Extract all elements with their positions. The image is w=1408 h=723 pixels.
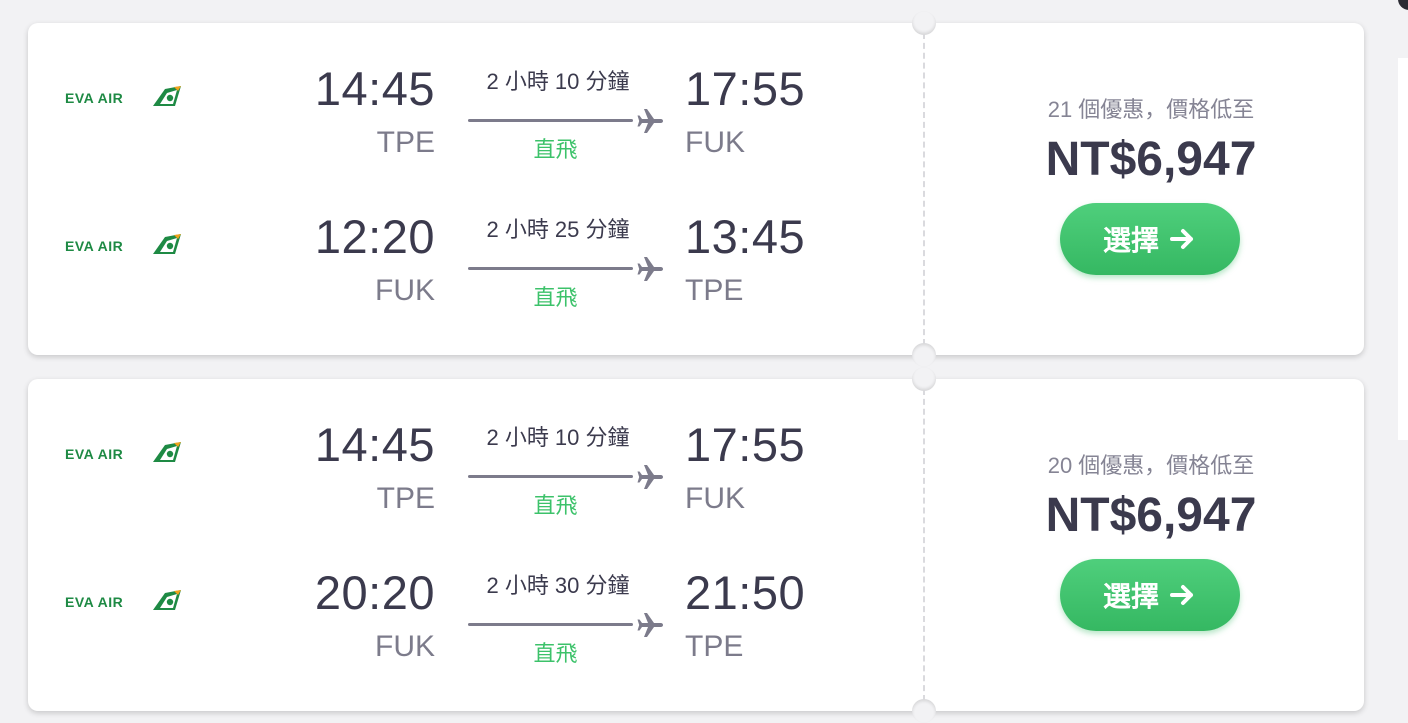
flight-duration: 2 小時 25 分鐘	[486, 217, 630, 242]
eva-air-logo-icon: EVA AIR	[65, 233, 185, 255]
price-panel: 21 個優惠，價格低至 NT$6,947 選擇	[938, 23, 1364, 355]
plane-icon	[637, 109, 663, 133]
departure-time: 12:20	[314, 210, 435, 263]
lowest-price: NT$6,947	[1045, 133, 1257, 186]
arrival-airport: TPE	[685, 274, 744, 307]
outbound-leg: EVA AIR 14:45 TPE 2 小時 10 分鐘 直飛 17:55 FU…	[28, 23, 908, 171]
departure-airport: FUK	[375, 274, 435, 307]
plane-icon	[637, 465, 663, 489]
departure-time: 14:45	[314, 62, 435, 115]
route-line	[468, 267, 633, 270]
eva-air-logo-icon: EVA AIR	[65, 85, 185, 107]
departure-airport: FUK	[375, 630, 435, 663]
arrival-airport: FUK	[685, 126, 745, 159]
departure-time: 14:45	[314, 418, 435, 471]
flight-duration: 2 小時 10 分鐘	[486, 425, 630, 450]
arrow-right-icon	[1170, 229, 1193, 249]
route-line	[468, 119, 633, 122]
arrival-airport: FUK	[685, 482, 745, 515]
flight-result-card: EVA AIR 14:45 TPE 2 小時 10 分鐘 直飛 17:55 FU…	[28, 367, 1364, 723]
arrival-time: 17:55	[685, 62, 806, 115]
route-line	[468, 623, 633, 626]
plane-icon	[637, 613, 663, 637]
stops-label: 直飛	[533, 493, 578, 518]
deals-count: 20 個優惠，價格低至	[1047, 453, 1255, 478]
arrow-right-icon	[1170, 585, 1193, 605]
departure-airport: TPE	[376, 482, 435, 515]
stops-label: 直飛	[533, 137, 578, 162]
price-panel: 20 個優惠，價格低至 NT$6,947 選擇	[938, 379, 1364, 711]
arrival-time: 17:55	[685, 418, 806, 471]
arrival-time: 13:45	[685, 210, 806, 263]
select-button-label: 選擇	[1102, 225, 1159, 256]
select-button[interactable]: 選擇	[1060, 203, 1240, 275]
departure-airport: TPE	[376, 126, 435, 159]
return-leg: EVA AIR 20:20 FUK 2 小時 30 分鐘 直飛 21:50 TP…	[28, 527, 908, 675]
ticket-divider	[923, 389, 925, 701]
side-panel-edge	[1398, 58, 1408, 440]
arrival-airport: TPE	[685, 630, 744, 663]
departure-time: 20:20	[314, 566, 435, 619]
arrival-time: 21:50	[685, 566, 806, 619]
ticket-divider	[923, 33, 925, 345]
return-leg: EVA AIR 12:20 FUK 2 小時 25 分鐘 直飛 13:45 TP…	[28, 171, 908, 319]
stops-label: 直飛	[533, 641, 578, 666]
flight-duration: 2 小時 30 分鐘	[486, 573, 630, 598]
window-corner-indicator	[1398, 0, 1408, 10]
lowest-price: NT$6,947	[1045, 489, 1257, 542]
flight-result-card: EVA AIR 14:45 TPE 2 小時 10 分鐘 直飛 17:55 FU…	[28, 11, 1364, 367]
plane-icon	[637, 257, 663, 281]
outbound-leg: EVA AIR 14:45 TPE 2 小時 10 分鐘 直飛 17:55 FU…	[28, 379, 908, 527]
eva-air-logo-icon: EVA AIR	[65, 441, 185, 463]
select-button-label: 選擇	[1102, 581, 1159, 612]
eva-air-logo-icon: EVA AIR	[65, 589, 185, 611]
flight-duration: 2 小時 10 分鐘	[486, 69, 630, 94]
stops-label: 直飛	[533, 285, 578, 310]
select-button[interactable]: 選擇	[1060, 559, 1240, 631]
deals-count: 21 個優惠，價格低至	[1047, 97, 1255, 122]
route-line	[468, 475, 633, 478]
